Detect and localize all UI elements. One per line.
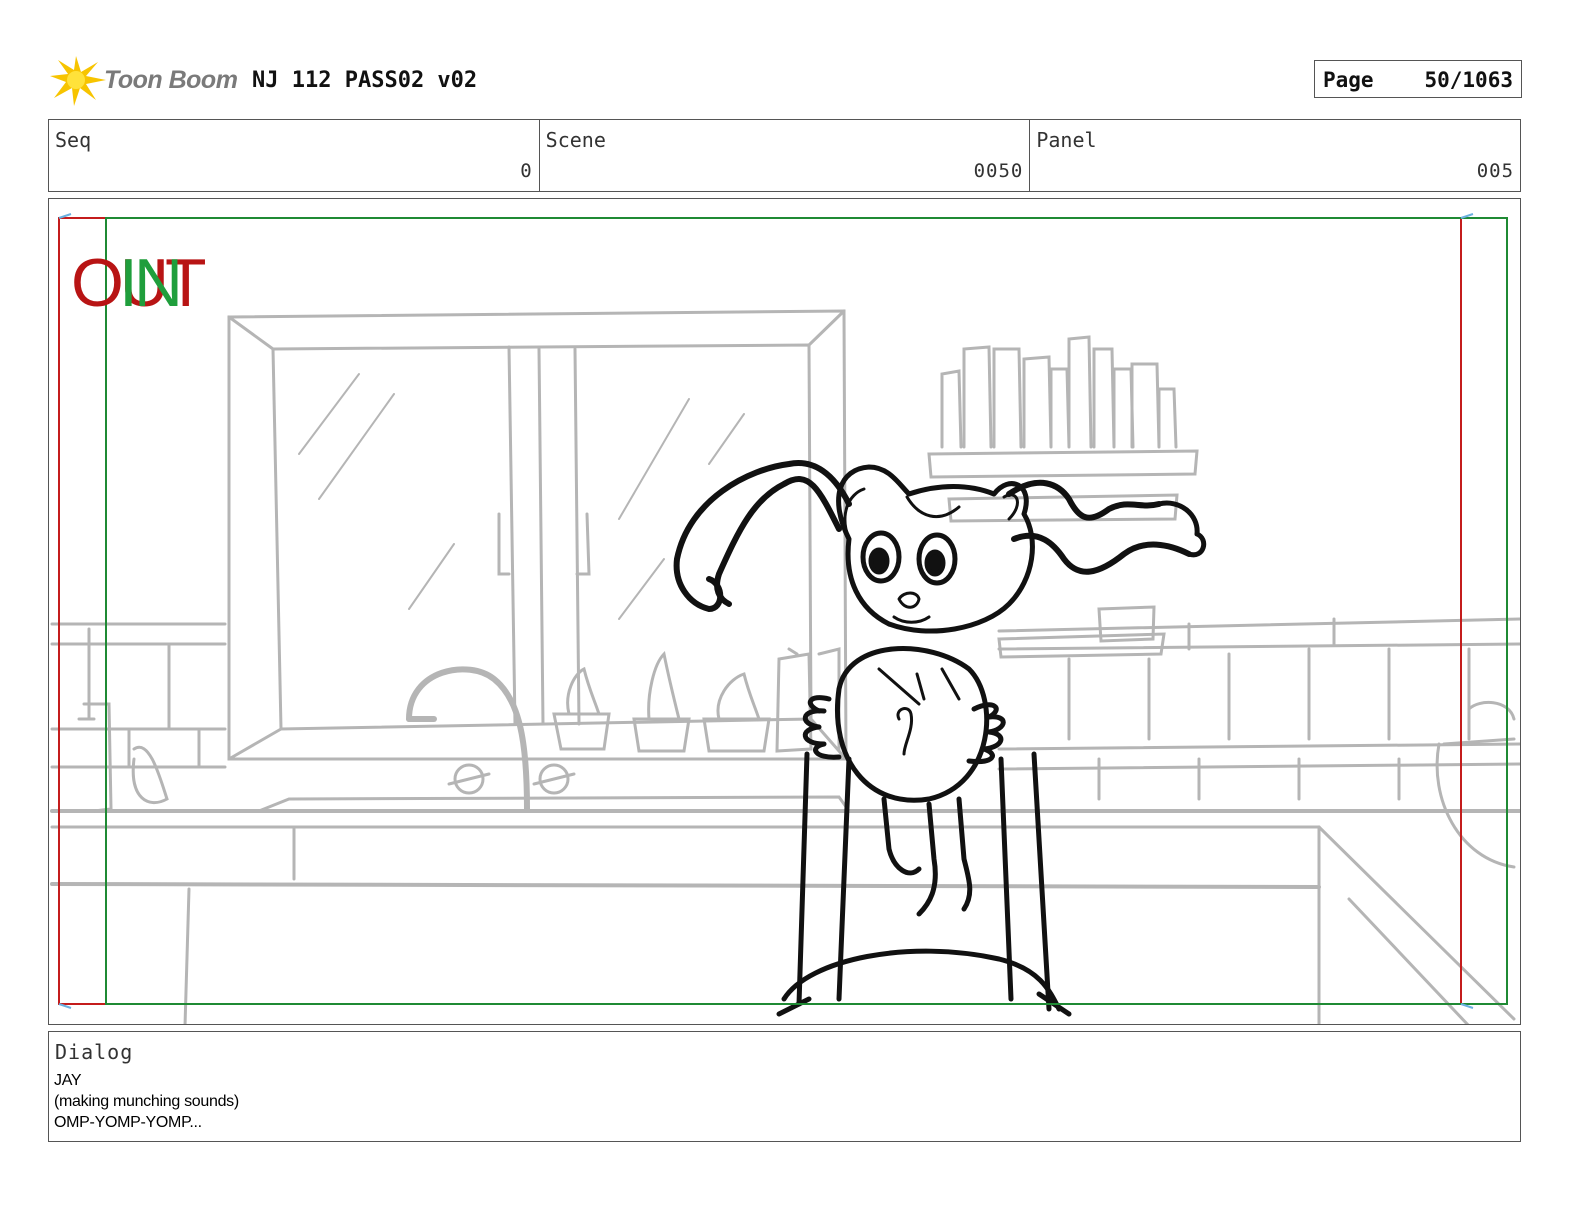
panel-cell: Panel 005 bbox=[1030, 120, 1520, 191]
logo-text: Toon Boom bbox=[104, 66, 238, 94]
scene-cell: Scene 0050 bbox=[540, 120, 1031, 191]
dialog-label: Dialog bbox=[55, 1040, 134, 1064]
starburst-icon bbox=[50, 56, 106, 106]
seq-label: Seq bbox=[55, 128, 92, 152]
storyboard-panel: OUT IN bbox=[48, 198, 1521, 1025]
scene-label: Scene bbox=[545, 128, 606, 152]
dialog-line-direction: (making munching sounds) bbox=[54, 1093, 239, 1110]
character-sketch bbox=[673, 460, 1207, 1017]
panel-label: Panel bbox=[1036, 128, 1097, 152]
scene-value: 0050 bbox=[973, 160, 1024, 182]
document-title: NJ 112 PASS02 v02 bbox=[252, 68, 478, 93]
panel-info-row: Seq 0 Scene 0050 Panel 005 bbox=[48, 119, 1521, 192]
panel-drawing: OUT IN bbox=[50, 213, 1520, 1024]
page-value: 50/1063 bbox=[1424, 68, 1513, 92]
page-counter: Page 50/1063 bbox=[1314, 60, 1522, 98]
seq-value: 0 bbox=[520, 160, 533, 182]
page-label: Page bbox=[1323, 68, 1374, 92]
toon-boom-logo: Toon Boom bbox=[48, 52, 238, 108]
background-sketch bbox=[50, 309, 1520, 1024]
dialog-line-text: OMP-YOMP-YOMP... bbox=[54, 1114, 202, 1131]
page-header: Toon Boom NJ 112 PASS02 v02 Page 50/1063 bbox=[48, 50, 1522, 110]
dialog-box: Dialog JAY (making munching sounds) OMP-… bbox=[48, 1031, 1521, 1142]
seq-cell: Seq 0 bbox=[49, 120, 540, 191]
in-marker: IN bbox=[119, 245, 179, 321]
panel-value: 005 bbox=[1476, 160, 1515, 182]
dialog-line-speaker: JAY bbox=[54, 1072, 82, 1089]
